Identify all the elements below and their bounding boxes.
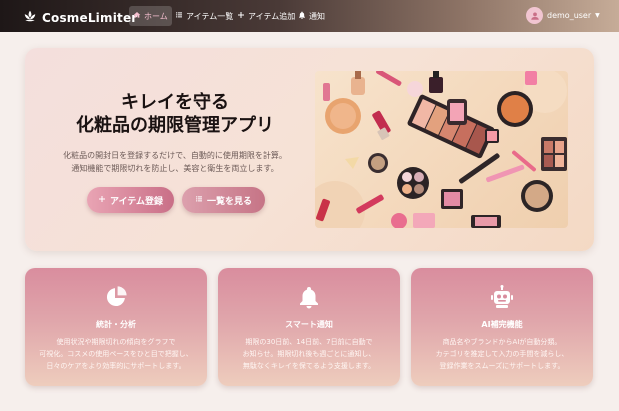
feature-card-stats: 統計・分析 使用状況や期限切れの傾向をグラフで 可視化。コスメの使用ペースをひと… [25, 268, 207, 386]
nav-notifications[interactable]: 通知 [294, 6, 329, 26]
bell-icon [300, 287, 318, 309]
feature-title: 統計・分析 [96, 320, 136, 329]
bell-icon [298, 11, 306, 21]
feature-description-line: 登録作業をスムーズにサポートします。 [439, 362, 565, 370]
feature-description-line: 期限の30日前、14日前、7日前に自動で [245, 338, 373, 346]
feature-card-ai: AI補完機能 商品名やブランドからAIが自動分類。 カテゴリを推定して入力の手間… [411, 268, 593, 386]
brand-name: CosmeLimiter [42, 10, 138, 25]
feature-description-line: 日々のケアをより効率的にサポートします。 [46, 362, 186, 370]
navbar: CosmeLimiter ホーム アイテム一覧 アイテム追加 通知 demo_u… [0, 0, 619, 32]
feature-description-line: 使用状況や期限切れの傾向をグラフで [56, 338, 176, 346]
hero-title-line2: 化粧品の期限管理アプリ [76, 115, 274, 136]
feature-title: スマート通知 [285, 320, 333, 329]
view-list-button-label: 一覧を見る [206, 196, 252, 207]
user-menu[interactable]: demo_user ▼ [526, 7, 600, 24]
feature-description-line: 無駄なくキレイを保てるよう支援します。 [242, 362, 376, 370]
feature-description-line: カテゴリを推定して入力の手間を減らし、 [435, 350, 569, 358]
nav-item-list[interactable]: アイテム一覧 [171, 6, 237, 26]
feature-description-line: お知らせ。期限切れ後も週ごとに通知し、 [242, 350, 376, 358]
chevron-down-icon: ▼ [595, 12, 600, 19]
feature-description-line: 商品名やブランドからAIが自動分類。 [442, 338, 562, 346]
feature-card-notifications: スマート通知 期限の30日前、14日前、7日前に自動で お知らせ。期限切れ後も週… [218, 268, 400, 386]
home-icon [133, 11, 141, 21]
hero-description-line2: 通知機能で期限切れを防止し、美容と衛生を両立します。 [71, 164, 279, 173]
brand-link[interactable]: CosmeLimiter [23, 8, 137, 27]
nav-item-add-label: アイテム追加 [248, 11, 296, 21]
nav-item-add[interactable]: アイテム追加 [233, 6, 299, 26]
pie-chart-icon [106, 286, 127, 307]
register-item-button[interactable]: アイテム登録 [87, 187, 174, 213]
plus-icon [98, 195, 106, 206]
feature-title: AI補完機能 [481, 320, 523, 329]
user-icon [530, 11, 539, 20]
list-icon [195, 195, 203, 206]
hero-cosmetics-image [315, 71, 568, 228]
avatar [526, 7, 543, 24]
nav-notifications-label: 通知 [309, 11, 325, 21]
feature-description-line: 可視化。コスメの使用ペースをひと目で把握し、 [39, 350, 193, 358]
nav-home[interactable]: ホーム [129, 6, 172, 26]
list-icon [175, 11, 183, 21]
view-list-button[interactable]: 一覧を見る [182, 187, 265, 213]
plus-icon [237, 11, 245, 21]
robot-icon [491, 285, 513, 308]
nav-item-list-label: アイテム一覧 [186, 11, 234, 21]
hero-description-line1: 化粧品の開封日を登録するだけで、自動的に使用期限を計算。 [63, 151, 287, 160]
register-item-button-label: アイテム登録 [109, 196, 164, 207]
lotus-logo-icon [23, 8, 37, 27]
nav-home-label: ホーム [144, 11, 168, 21]
username: demo_user [547, 11, 592, 20]
